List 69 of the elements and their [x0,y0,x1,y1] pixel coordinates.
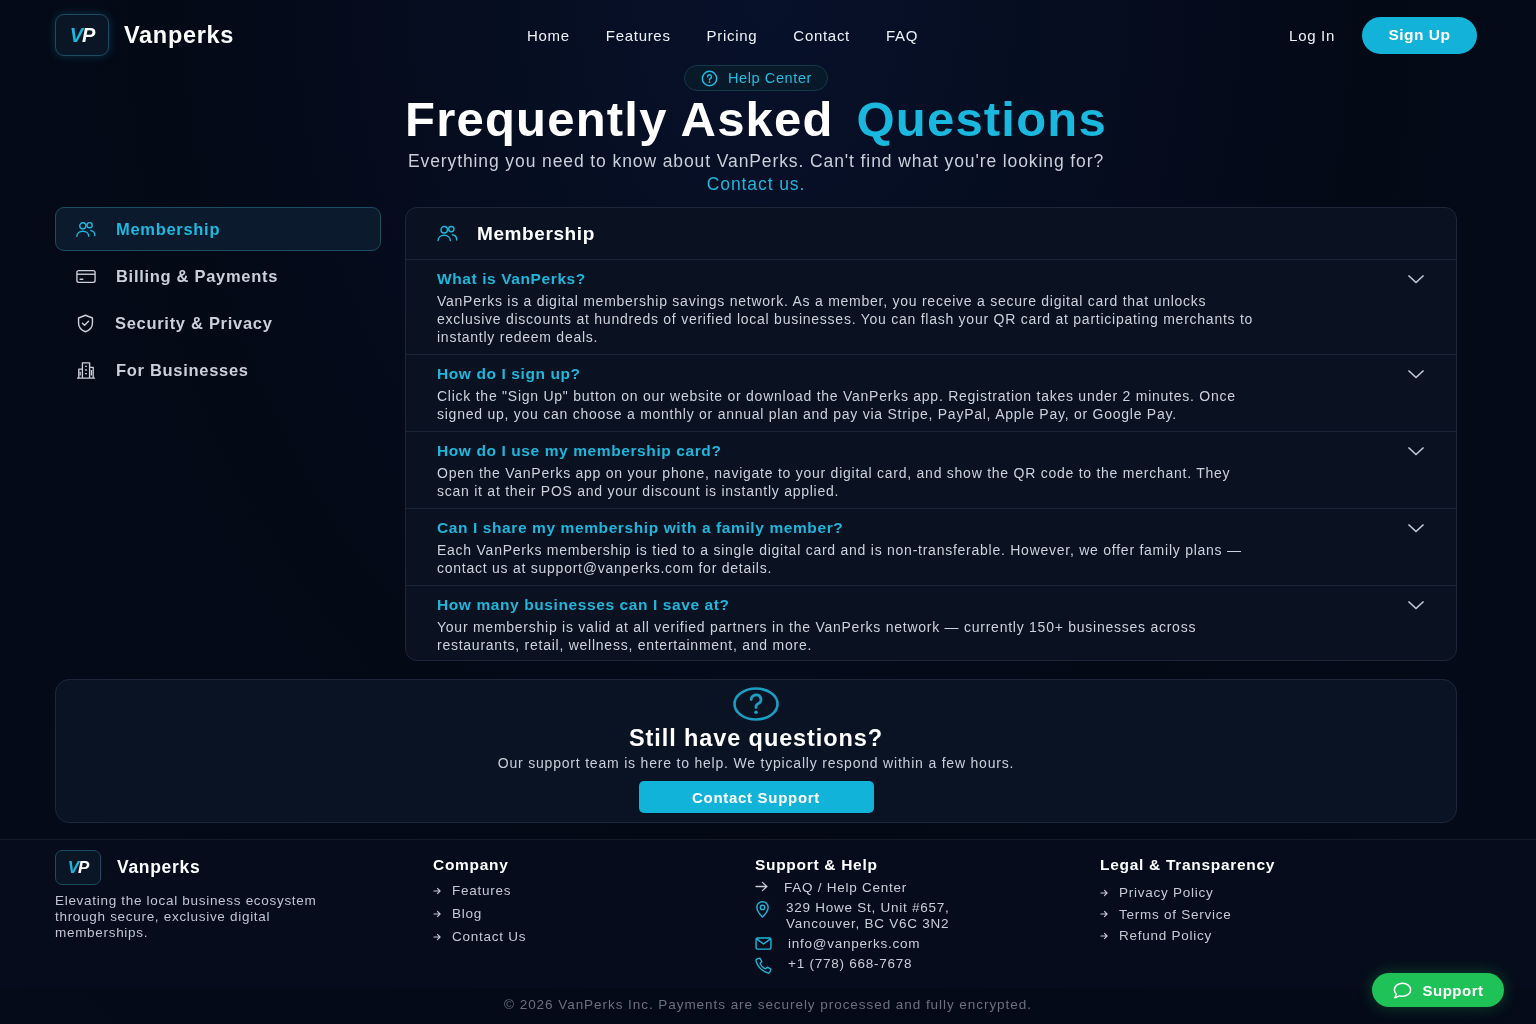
arrow-right-icon [1100,931,1108,940]
footer-link[interactable]: Terms of Service [1119,906,1232,922]
faq-answer: VanPerks is a digital membership savings network. As a member, you receive a secure digital card that unlocks exclusive discounts at hundreds of verified local businesses. You can flash your QR card at participating merchants to instantly redeem deals. [437,292,1255,346]
email-link[interactable]: info@vanperks.com [788,936,921,952]
footer-link[interactable]: Contact Us [452,929,527,944]
map-pin-icon [755,901,770,918]
phone-link[interactable]: +1 (778) 668-7678 [788,956,913,972]
faq-answer: Your membership is valid at all verified partners in the VanPerks network — currently 150+ businesses across restaurants, retail, wellness, entertainment, and more. [437,618,1198,654]
arrow-right-icon [755,881,768,892]
chat-bubble-icon [1392,981,1412,999]
chevron-down-icon[interactable] [1408,523,1424,533]
nav-link[interactable]: Contact [793,26,850,44]
footer-tagline: Elevating the local business ecosystem through secure, exclusive digital memberships. [55,893,318,941]
chevron-down-icon[interactable] [1408,274,1424,284]
arrow-right-icon [433,932,441,941]
chevron-down-icon[interactable] [1408,446,1424,456]
category-tab[interactable]: Membership [55,207,381,251]
faq-question[interactable]: Can I share my membership with a family member? [437,519,844,537]
phone-icon [755,957,772,974]
arrow-right-icon [433,909,441,918]
copyright-text: © 2026 VanPerks Inc. Payments are securely processed and fully encrypted. [504,997,1032,1012]
brand-name[interactable]: Vanperks [124,21,235,49]
nav-link[interactable]: Features [605,26,671,44]
footer-heading: Legal & Transparency [1100,856,1277,874]
footer-heading: Company [433,856,510,874]
mail-icon [755,937,772,950]
page-title-highlight: Questions [856,92,1107,146]
category-tab[interactable]: Security & Privacy [55,301,381,345]
badge-label: Help Center [728,70,812,86]
footer-link[interactable]: Privacy Policy [1119,885,1214,900]
credit-card-icon [76,268,96,284]
chevron-down-icon[interactable] [1408,369,1424,379]
shield-check-icon [76,313,95,333]
brand-name[interactable]: Vanperks [117,857,201,878]
users-icon [76,220,96,238]
users-icon [437,225,458,242]
faq-question[interactable]: How do I sign up? [437,365,581,383]
login-link[interactable]: Log In [1289,26,1335,44]
category-tab[interactable]: Billing & Payments [55,254,381,298]
chevron-down-icon[interactable] [1408,600,1424,610]
building-icon [76,361,96,379]
cta-text: Our support team is here to help. We typically respond within a few hours. [497,754,1015,772]
logo-mark[interactable]: VP [55,14,109,56]
footer-link[interactable]: Features [452,883,512,898]
nav-link[interactable]: Pricing [706,26,758,44]
arrow-right-icon [433,886,441,895]
category-tab[interactable]: For Businesses [55,348,381,392]
faq-answer: Click the "Sign Up" button on our website or download the VanPerks app. Registration takes under 2 minutes. Once signed up, you can choose a monthly or annual plan and pay via Stripe, PayPal, Apple Pay, or Google Pay. [437,387,1237,423]
nav-link[interactable]: FAQ [885,26,919,44]
faq-question[interactable]: What is VanPerks? [437,270,586,288]
faq-question[interactable]: How do I use my membership card? [437,442,722,460]
page-title: Frequently Asked [405,92,834,146]
panel-title: Membership [477,222,595,245]
footer-link[interactable]: Refund Policy [1119,928,1213,943]
arrow-right-icon [1100,888,1108,897]
faq-answer: Open the VanPerks app on your phone, navigate to your digital card, and show the QR code to the merchant. They scan it at their POS and your discount is instantly applied. [437,464,1232,500]
logo-mark[interactable]: VP [55,850,101,885]
footer-link[interactable]: FAQ / Help Center [784,880,908,896]
cta-title: Still have questions? [629,724,883,752]
footer-heading: Support & Help [755,856,879,874]
arrow-right-icon [1100,910,1108,918]
faq-question[interactable]: How many businesses can I save at? [437,596,730,614]
question-circle-icon [701,69,718,87]
question-circle-icon [733,687,779,721]
contact-link[interactable]: Contact us. [706,173,806,195]
nav-link[interactable]: Home [527,26,570,44]
footer-link[interactable]: Blog [452,906,483,921]
faq-answer: Each VanPerks membership is tied to a single digital card and is non-transferable. However, we offer family plans — contact us at support@vanperks.com for details. [437,541,1243,577]
hero-subtitle: Everything you need to know about VanPerks. Can't find what you're looking for? [407,150,1105,172]
